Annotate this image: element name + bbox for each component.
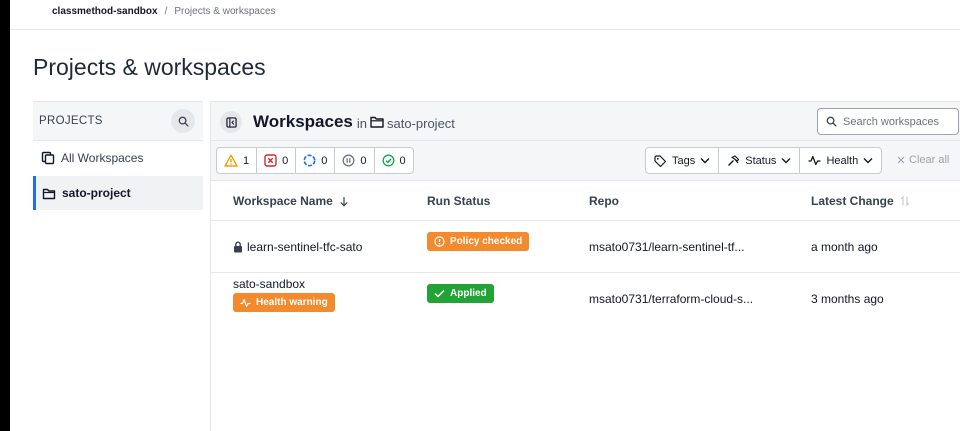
lock-icon xyxy=(234,241,242,253)
running-icon xyxy=(303,154,316,167)
projects-header: PROJECTS xyxy=(33,101,203,141)
search-workspaces-field[interactable] xyxy=(817,108,959,135)
column-label: Latest Change xyxy=(811,194,894,208)
tags-filter-dropdown[interactable]: Tags xyxy=(646,148,720,173)
workspaces-header: Workspaces in sato-project xyxy=(211,101,960,141)
status-filter-dropdown[interactable]: Status xyxy=(719,148,801,173)
status-count: 0 xyxy=(321,154,328,167)
status-count: 0 xyxy=(360,154,367,167)
workspace-name: sato-sandbox xyxy=(233,277,306,291)
status-filter-label: Status xyxy=(745,154,777,167)
search-projects-button[interactable] xyxy=(171,109,195,133)
folder-icon xyxy=(370,116,384,128)
health-warning-label: Health warning xyxy=(256,297,328,308)
workspaces-heading: Workspaces xyxy=(253,112,353,131)
breadcrumb-separator: / xyxy=(164,6,168,17)
paused-icon xyxy=(342,154,355,167)
in-label: in xyxy=(356,115,367,131)
search-icon xyxy=(826,116,837,127)
chevron-down-icon xyxy=(781,158,791,164)
health-filter-dropdown[interactable]: Health xyxy=(800,148,881,173)
tags-filter-label: Tags xyxy=(672,154,696,167)
status-filter-group: 1 0 0 0 0 xyxy=(216,147,414,174)
workspaces-panel: Workspaces in sato-project 1 0 xyxy=(210,101,960,431)
status-badge-label: Policy checked xyxy=(450,236,523,247)
collapse-sidebar-button[interactable] xyxy=(220,111,242,133)
workspaces-title: Workspaces in sato-project xyxy=(253,112,455,132)
column-header-repo: Repo xyxy=(589,194,619,208)
table-row[interactable]: sato-sandbox Health warning Applied msat… xyxy=(211,273,960,325)
filter-dropdown-group: Tags Status Health xyxy=(645,147,883,174)
repo-cell: msato0731/learn-sentinel-tf... xyxy=(589,240,745,254)
status-filter-warning[interactable]: 1 xyxy=(217,148,258,173)
run-status-cell: Policy checked xyxy=(427,232,530,251)
clear-all-button[interactable]: Clear all xyxy=(897,154,949,166)
status-badge: Applied xyxy=(427,284,494,303)
page-title: Projects & workspaces xyxy=(33,54,266,80)
status-filter-applied[interactable]: 0 xyxy=(375,148,413,173)
column-header-workspace-name[interactable]: Workspace Name xyxy=(233,194,349,208)
sidebar-item-label: sato-project xyxy=(62,186,131,200)
activity-icon xyxy=(240,298,251,307)
sidebar-item-sato-project[interactable]: sato-project xyxy=(33,176,203,210)
workspaces-icon xyxy=(41,151,55,165)
latest-change-cell: 3 months ago xyxy=(811,292,884,306)
folder-icon xyxy=(42,188,56,199)
search-icon xyxy=(178,116,189,127)
status-count: 1 xyxy=(243,154,250,167)
breadcrumb: classmethod-sandbox / Projects & workspace… xyxy=(52,6,276,17)
status-count: 0 xyxy=(282,154,289,167)
check-circle-icon xyxy=(382,154,394,167)
workspaces-table-header: Workspace Name Run Status Repo Latest Ch… xyxy=(211,181,960,221)
status-badge-label: Applied xyxy=(450,288,487,299)
app-window: classmethod-sandbox / Projects & workspace… xyxy=(10,0,960,431)
sidebar-item-all-workspaces[interactable]: All Workspaces xyxy=(33,141,203,175)
filter-bar: 1 0 0 0 0 Tags Status Health Clear all xyxy=(211,141,960,181)
status-badge: Policy checked xyxy=(427,232,530,251)
repo-cell: msato0731/terraform-cloud-s... xyxy=(589,292,754,306)
sidebar-item-label: All Workspaces xyxy=(61,151,144,165)
close-icon xyxy=(897,156,905,164)
hammer-icon xyxy=(728,154,740,166)
status-filter-errored[interactable]: 0 xyxy=(257,148,297,173)
warning-icon xyxy=(224,154,238,167)
workspace-name-cell[interactable]: learn-sentinel-tfc-sato xyxy=(233,240,362,254)
run-status-cell: Applied xyxy=(427,284,494,303)
workspace-name: learn-sentinel-tfc-sato xyxy=(247,240,363,254)
search-workspaces-input[interactable] xyxy=(843,115,953,128)
header-divider xyxy=(10,29,960,30)
projects-sidebar: PROJECTS All Workspaces sato-project xyxy=(33,101,203,210)
breadcrumb-current: Projects & workspaces xyxy=(174,6,276,17)
table-row[interactable]: learn-sentinel-tfc-sato Policy checked m… xyxy=(211,221,960,273)
health-warning-badge: Health warning xyxy=(233,293,335,312)
breadcrumb-org-link[interactable]: classmethod-sandbox xyxy=(52,6,158,17)
projects-header-label: PROJECTS xyxy=(39,115,103,127)
latest-change-cell: a month ago xyxy=(811,240,878,254)
workspace-name-cell[interactable]: sato-sandbox Health warning xyxy=(233,277,335,312)
check-icon xyxy=(434,289,445,298)
current-project-name: sato-project xyxy=(386,115,455,131)
column-header-latest-change[interactable]: Latest Change xyxy=(811,194,910,208)
status-filter-paused[interactable]: 0 xyxy=(335,148,375,173)
sort-icon xyxy=(900,195,909,207)
status-count: 0 xyxy=(399,154,406,167)
collapse-icon xyxy=(225,116,237,128)
status-filter-running[interactable]: 0 xyxy=(296,148,336,173)
chevron-down-icon xyxy=(700,158,710,164)
chevron-down-icon xyxy=(863,158,873,164)
sort-descending-icon xyxy=(340,196,348,207)
clear-all-label: Clear all xyxy=(909,154,950,166)
column-label: Workspace Name xyxy=(233,194,333,208)
activity-icon xyxy=(808,155,821,166)
column-header-run-status: Run Status xyxy=(427,194,491,208)
tag-icon xyxy=(654,154,667,167)
health-filter-label: Health xyxy=(826,154,859,167)
alert-circle-icon xyxy=(434,236,445,247)
error-icon xyxy=(264,154,277,167)
